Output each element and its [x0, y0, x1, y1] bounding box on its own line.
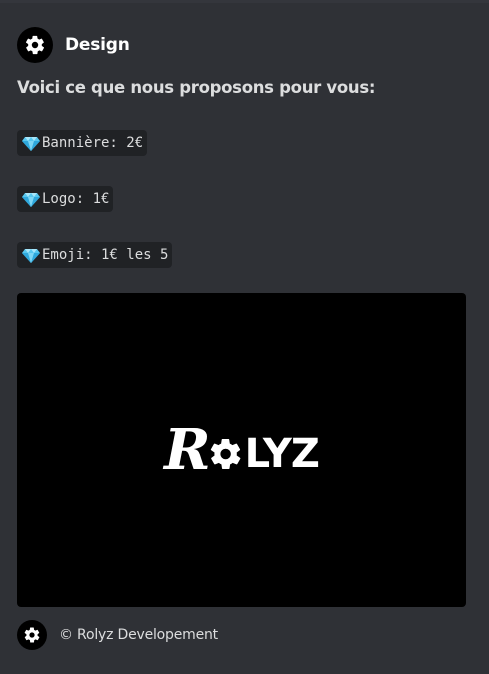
description-title: Voici ce que nous proposons pour vous:	[17, 78, 376, 97]
gem-icon	[22, 137, 40, 151]
gear-icon	[25, 35, 45, 55]
author-name[interactable]: Design	[65, 35, 130, 55]
inline-code: Logo: 1€	[17, 186, 114, 212]
price-item-text: Emoji: 1€ les 5	[42, 247, 169, 263]
price-item-text: Bannière: 2€	[42, 135, 144, 151]
gear-icon	[24, 627, 40, 643]
gem-icon	[22, 249, 40, 263]
embed-footer: © Rolyz Developement	[17, 620, 218, 650]
footer-text: © Rolyz Developement	[59, 627, 218, 643]
author-avatar[interactable]	[17, 27, 53, 63]
price-item-emoji: Emoji: 1€ les 5	[17, 242, 173, 268]
gem-icon	[22, 193, 40, 207]
gear-icon	[210, 438, 241, 470]
inline-code: Bannière: 2€	[17, 130, 148, 156]
logo-text: R LYZ	[164, 417, 320, 483]
top-divider	[0, 0, 489, 3]
embed-card: Design Voici ce que nous proposons pour …	[0, 0, 489, 674]
price-item-banner: Bannière: 2€	[17, 130, 148, 156]
logo-letters-rest: LYZ	[244, 431, 320, 477]
footer-avatar	[17, 620, 47, 650]
embed-image[interactable]: R LYZ	[17, 293, 466, 607]
rolyz-logo: R LYZ	[164, 417, 320, 483]
price-item-logo: Logo: 1€	[17, 186, 114, 212]
embed-description: Voici ce que nous proposons pour vous:	[17, 76, 467, 100]
logo-letter-r: R	[164, 417, 211, 483]
inline-code: Emoji: 1€ les 5	[17, 242, 173, 268]
price-item-text: Logo: 1€	[42, 191, 110, 207]
embed-author: Design	[17, 26, 130, 64]
